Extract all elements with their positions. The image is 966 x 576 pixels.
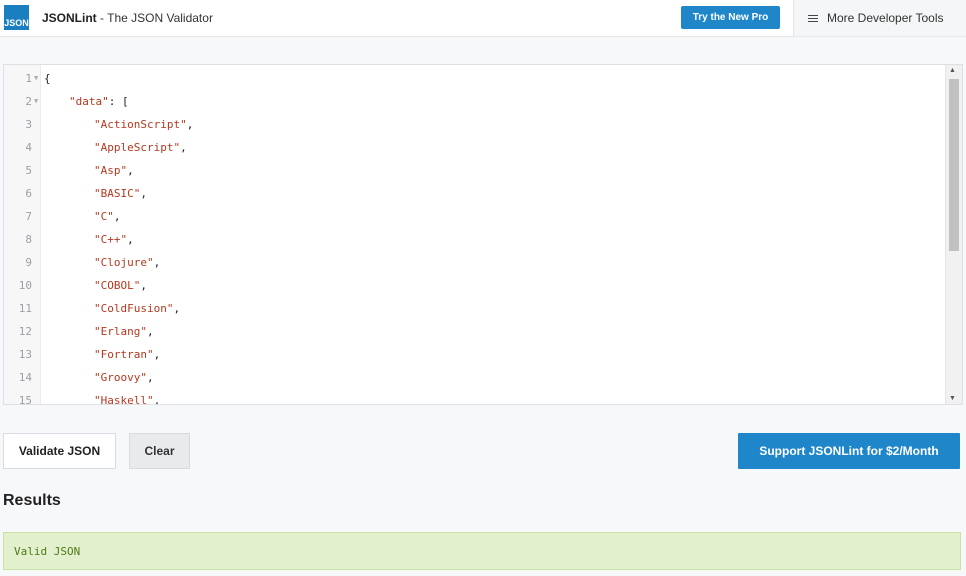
- json-string: "C": [94, 210, 114, 223]
- code-text: "data": [: [69, 90, 129, 113]
- more-developer-tools-menu[interactable]: More Developer Tools: [793, 0, 966, 36]
- clear-button[interactable]: Clear: [129, 433, 190, 469]
- line-number: 14: [18, 371, 32, 384]
- json-punctuation: ,: [127, 164, 134, 177]
- code-text: "Erlang",: [94, 320, 154, 343]
- json-string: "ActionScript": [94, 118, 187, 131]
- code-line[interactable]: 14 "Groovy",: [4, 366, 946, 389]
- json-string: "Erlang": [94, 325, 147, 338]
- line-number: 1: [25, 72, 32, 85]
- json-string: "Asp": [94, 164, 128, 177]
- line-number: 15: [18, 394, 32, 405]
- brand-tagline: - The JSON Validator: [96, 11, 213, 25]
- line-number: 2: [25, 95, 32, 108]
- code-line[interactable]: 11 "ColdFusion",: [4, 297, 946, 320]
- json-punctuation: ,: [153, 394, 161, 405]
- json-punctuation: ,: [140, 279, 147, 292]
- json-punctuation: ,: [146, 371, 154, 384]
- json-punctuation: ,: [127, 233, 134, 246]
- scroll-down-icon[interactable]: ▼: [949, 395, 956, 402]
- line-number: 3: [25, 118, 32, 131]
- code-line[interactable]: 1 ▼ {: [4, 67, 946, 90]
- scrollbar-thumb[interactable]: [949, 79, 959, 251]
- try-new-pro-button[interactable]: Try the New Pro: [681, 6, 780, 29]
- fold-arrow-icon[interactable]: ▼: [34, 67, 38, 90]
- scroll-up-icon[interactable]: ▲: [949, 67, 956, 74]
- code-line[interactable]: 2 ▼ "data": [: [4, 90, 946, 113]
- json-string: "Haskell": [94, 394, 154, 405]
- line-number: 13: [18, 348, 32, 361]
- code-line[interactable]: 10 "COBOL",: [4, 274, 946, 297]
- code-line[interactable]: 7 "C",: [4, 205, 946, 228]
- more-tools-label: More Developer Tools: [827, 11, 944, 25]
- code-line[interactable]: 9 "Clojure",: [4, 251, 946, 274]
- json-punctuation: ,: [186, 118, 194, 131]
- code-line[interactable]: 4 "AppleScript",: [4, 136, 946, 159]
- json-punctuation: ,: [140, 187, 147, 200]
- line-number: 12: [18, 325, 32, 338]
- site-title[interactable]: JSONLint - The JSON Validator: [42, 11, 213, 25]
- json-punctuation: ,: [180, 141, 187, 154]
- top-nav: JSON JSONLint - The JSON Validator Try t…: [0, 0, 966, 37]
- code-text: "COBOL",: [94, 274, 147, 297]
- line-number: 5: [25, 164, 32, 177]
- validation-result: Valid JSON: [3, 532, 961, 570]
- json-string: "C++": [94, 233, 128, 246]
- json-punctuation: : [: [108, 95, 129, 108]
- line-number: 6: [25, 187, 32, 200]
- code-text: "C",: [94, 205, 121, 228]
- line-number: 11: [18, 302, 32, 315]
- json-punctuation: ,: [153, 256, 161, 269]
- code-line[interactable]: 5 "Asp",: [4, 159, 946, 182]
- json-string: "data": [69, 95, 109, 108]
- code-text: "Clojure",: [94, 251, 160, 274]
- results-heading: Results: [3, 492, 61, 509]
- code-text: "Groovy",: [94, 366, 154, 389]
- code-text: "AppleScript",: [94, 136, 187, 159]
- code-text: "Asp",: [94, 159, 134, 182]
- code-text: "C++",: [94, 228, 134, 251]
- code-line[interactable]: 15 "Haskell",: [4, 389, 946, 405]
- hamburger-icon: [808, 13, 818, 24]
- support-jsonlint-button[interactable]: Support JSONLint for $2/Month: [738, 433, 960, 469]
- code-line[interactable]: 6 "BASIC",: [4, 182, 946, 205]
- validate-json-button[interactable]: Validate JSON: [3, 433, 116, 469]
- code-text: "BASIC",: [94, 182, 147, 205]
- line-number: 4: [25, 141, 32, 154]
- json-punctuation: ,: [173, 302, 181, 315]
- editor-scrollbar[interactable]: ▲ ▼: [945, 65, 962, 404]
- line-number: 8: [25, 233, 32, 246]
- json-string: "ColdFusion": [94, 302, 174, 315]
- code-line[interactable]: 3 "ActionScript",: [4, 113, 946, 136]
- jsonlint-logo[interactable]: JSON: [4, 5, 29, 30]
- json-string: "AppleScript": [94, 141, 181, 154]
- json-punctuation: ,: [146, 325, 154, 338]
- json-string: "Clojure": [94, 256, 154, 269]
- code-text: {: [44, 67, 51, 90]
- json-punctuation: ,: [153, 348, 161, 361]
- json-string: "COBOL": [94, 279, 141, 292]
- line-number: 10: [18, 279, 32, 292]
- line-number: 9: [25, 256, 32, 269]
- code-text: "Fortran",: [94, 343, 160, 366]
- brand-name: JSONLint: [42, 11, 97, 25]
- line-number: 7: [25, 210, 32, 223]
- json-punctuation: {: [44, 72, 51, 85]
- code-line[interactable]: 12 "Erlang",: [4, 320, 946, 343]
- fold-arrow-icon[interactable]: ▼: [34, 90, 38, 113]
- json-editor[interactable]: 1 ▼{2 ▼ "data": [3 "ActionScript", 4 "AppleScr…: [3, 64, 963, 405]
- code-line[interactable]: 13 "Fortran",: [4, 343, 946, 366]
- code-text: "ColdFusion",: [94, 297, 180, 320]
- json-string: "Groovy": [94, 371, 147, 384]
- code-text: "ActionScript",: [94, 113, 193, 136]
- json-punctuation: ,: [113, 210, 121, 223]
- code-area[interactable]: 1 ▼ {2 ▼ "data": [ 3 "ActionScript", 4 "AppleScr…: [4, 65, 946, 404]
- json-string: "Fortran": [94, 348, 154, 361]
- json-string: "BASIC": [94, 187, 141, 200]
- code-text: "Haskell",: [94, 389, 161, 405]
- code-line[interactable]: 8 "C++",: [4, 228, 946, 251]
